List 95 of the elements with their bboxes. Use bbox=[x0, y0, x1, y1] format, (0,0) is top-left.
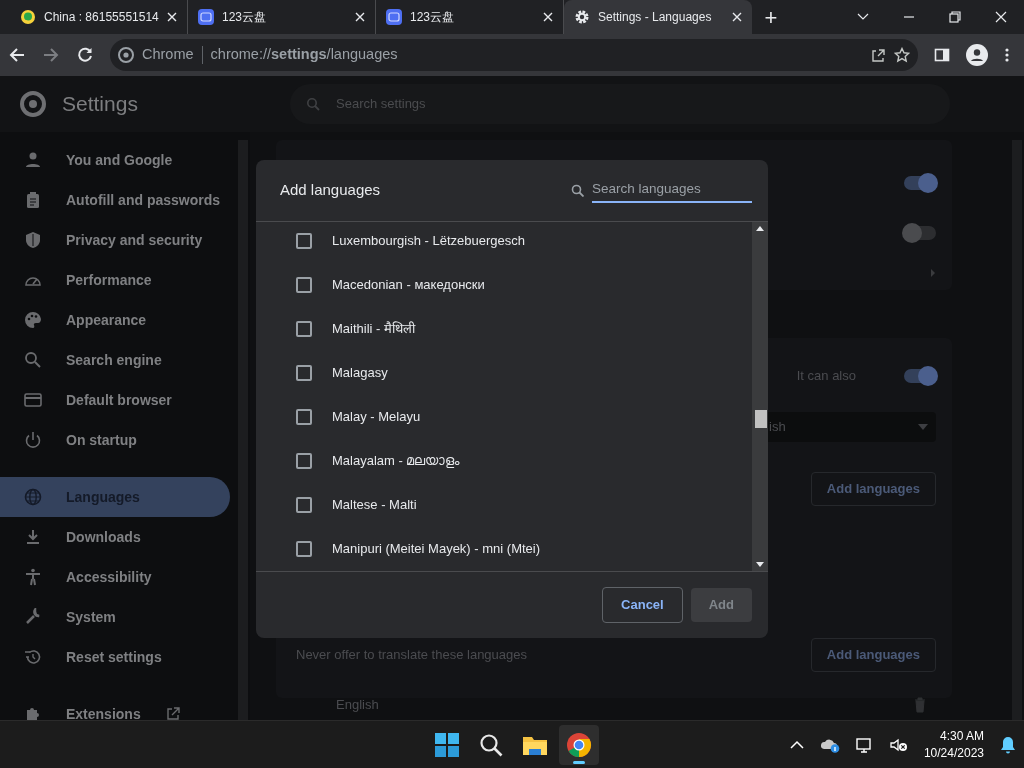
section-label: Never offer to translate these languages bbox=[296, 646, 528, 665]
language-option[interactable]: Maithili - मैथिली bbox=[332, 319, 415, 339]
app-icon bbox=[198, 9, 214, 25]
sidebar-item[interactable]: Privacy and security bbox=[0, 220, 230, 260]
chrome-logo-icon bbox=[118, 47, 134, 63]
gear-icon bbox=[574, 9, 590, 25]
palette-icon bbox=[24, 311, 42, 329]
reload-icon[interactable] bbox=[76, 46, 94, 64]
scroll-up-arrow-icon[interactable] bbox=[756, 226, 764, 231]
profile-icon[interactable] bbox=[966, 44, 988, 66]
checkbox[interactable] bbox=[296, 321, 312, 337]
settings-title: Settings bbox=[62, 91, 138, 118]
external-link-icon bbox=[164, 706, 181, 720]
forward-arrow-icon[interactable] bbox=[42, 46, 60, 64]
close-icon[interactable] bbox=[732, 12, 742, 22]
language-option[interactable]: Luxembourgish - Lëtzebuergesch bbox=[332, 231, 525, 251]
clock-time[interactable]: 4:30 AM bbox=[923, 728, 984, 745]
checkbox[interactable] bbox=[296, 409, 312, 425]
add-languages-button[interactable]: Add languages bbox=[810, 638, 936, 672]
app-icon bbox=[386, 9, 402, 25]
language-option[interactable]: Maltese - Malti bbox=[332, 495, 417, 515]
close-icon[interactable] bbox=[355, 12, 365, 22]
language-name: English bbox=[336, 696, 379, 715]
accessibility-figure-icon bbox=[24, 568, 42, 586]
windows-logo-icon[interactable] bbox=[434, 731, 460, 758]
sidebar-item[interactable]: On startup bbox=[0, 420, 230, 460]
scrollbar-thumb[interactable] bbox=[755, 410, 767, 428]
checkbox[interactable] bbox=[296, 541, 312, 557]
site-chip-label: Chrome bbox=[142, 45, 194, 65]
checkbox[interactable] bbox=[296, 365, 312, 381]
clock-date[interactable]: 10/24/2023 bbox=[923, 744, 984, 761]
clipboard-icon bbox=[24, 191, 42, 209]
sidebar-item[interactable]: Appearance bbox=[0, 300, 230, 340]
language-option[interactable]: Manipuri (Meitei Mayek) - mni (Mtei) bbox=[332, 539, 541, 559]
close-icon[interactable] bbox=[543, 12, 553, 22]
close-icon[interactable] bbox=[993, 9, 1009, 25]
chrome-logo-icon bbox=[20, 91, 46, 117]
cancel-button[interactable]: Cancel bbox=[602, 587, 683, 623]
shield-icon bbox=[24, 231, 42, 249]
monitor-icon[interactable] bbox=[855, 736, 874, 753]
power-icon bbox=[24, 431, 42, 449]
description-text: It can also bbox=[796, 367, 856, 386]
history-icon bbox=[24, 648, 42, 666]
puzzle-piece-icon bbox=[24, 705, 42, 720]
sidebar-item[interactable]: Reset settings bbox=[0, 637, 230, 677]
sidebar-item[interactable]: You and Google bbox=[0, 140, 230, 180]
star-icon[interactable] bbox=[894, 47, 910, 63]
checkbox[interactable] bbox=[296, 233, 312, 249]
wrench-icon bbox=[24, 608, 42, 626]
checkbox[interactable] bbox=[296, 453, 312, 469]
toggle-switch[interactable] bbox=[904, 176, 936, 190]
address-bar[interactable]: Chrome chrome://settings/languages bbox=[110, 39, 918, 71]
sidebar-item[interactable]: Downloads bbox=[0, 517, 230, 557]
browser-window-icon bbox=[24, 391, 42, 409]
bell-icon[interactable] bbox=[1000, 735, 1016, 754]
close-icon[interactable] bbox=[167, 12, 177, 22]
restore-icon[interactable] bbox=[947, 9, 963, 25]
side-panel-icon[interactable] bbox=[934, 47, 950, 63]
add-languages-button[interactable]: Add languages bbox=[810, 472, 936, 506]
chrome-logo-icon[interactable] bbox=[566, 731, 592, 758]
chevron-up-icon[interactable] bbox=[789, 739, 804, 750]
back-arrow-icon[interactable] bbox=[8, 46, 26, 64]
search-icon bbox=[571, 184, 584, 197]
search-languages-field[interactable]: Search languages bbox=[592, 178, 752, 203]
chat-bubble-icon bbox=[20, 9, 36, 25]
language-option[interactable]: Malagasy bbox=[332, 363, 388, 383]
dialog-title: Add languages bbox=[280, 180, 381, 201]
toggle-switch[interactable] bbox=[904, 226, 936, 240]
language-option[interactable]: Malayalam - മലയാളം bbox=[332, 451, 460, 471]
dropdown-arrow-icon bbox=[918, 424, 928, 430]
search-icon[interactable] bbox=[478, 731, 504, 758]
person-icon bbox=[24, 151, 42, 169]
sidebar-item[interactable]: Default browser bbox=[0, 380, 230, 420]
sidebar-item[interactable]: Performance bbox=[0, 260, 230, 300]
url-text: chrome://settings/languages bbox=[210, 45, 398, 65]
sidebar-item[interactable]: System bbox=[0, 597, 230, 637]
language-option[interactable]: Malay - Melayu bbox=[332, 407, 421, 427]
sidebar-item[interactable]: Autofill and passwords bbox=[0, 180, 230, 220]
sidebar-item[interactable]: Accessibility bbox=[0, 557, 230, 597]
search-icon bbox=[306, 97, 320, 111]
menu-icon[interactable] bbox=[1004, 47, 1010, 63]
download-icon bbox=[24, 528, 42, 546]
speaker-muted-icon[interactable] bbox=[889, 736, 908, 753]
toggle-switch[interactable] bbox=[904, 369, 936, 383]
new-tab-button[interactable]: + bbox=[756, 0, 786, 34]
search-icon bbox=[24, 351, 42, 369]
share-icon[interactable] bbox=[870, 47, 886, 63]
sidebar-item[interactable]: Search engine bbox=[0, 340, 230, 380]
globe-icon bbox=[24, 488, 42, 506]
scroll-down-arrow-icon[interactable] bbox=[756, 562, 764, 567]
checkbox[interactable] bbox=[296, 277, 312, 293]
checkbox[interactable] bbox=[296, 497, 312, 513]
language-option[interactable]: Macedonian - македонски bbox=[332, 275, 485, 295]
browser-tab[interactable]: Settings - Languages bbox=[564, 0, 752, 34]
sidebar-item[interactable]: Extensions bbox=[0, 694, 230, 720]
